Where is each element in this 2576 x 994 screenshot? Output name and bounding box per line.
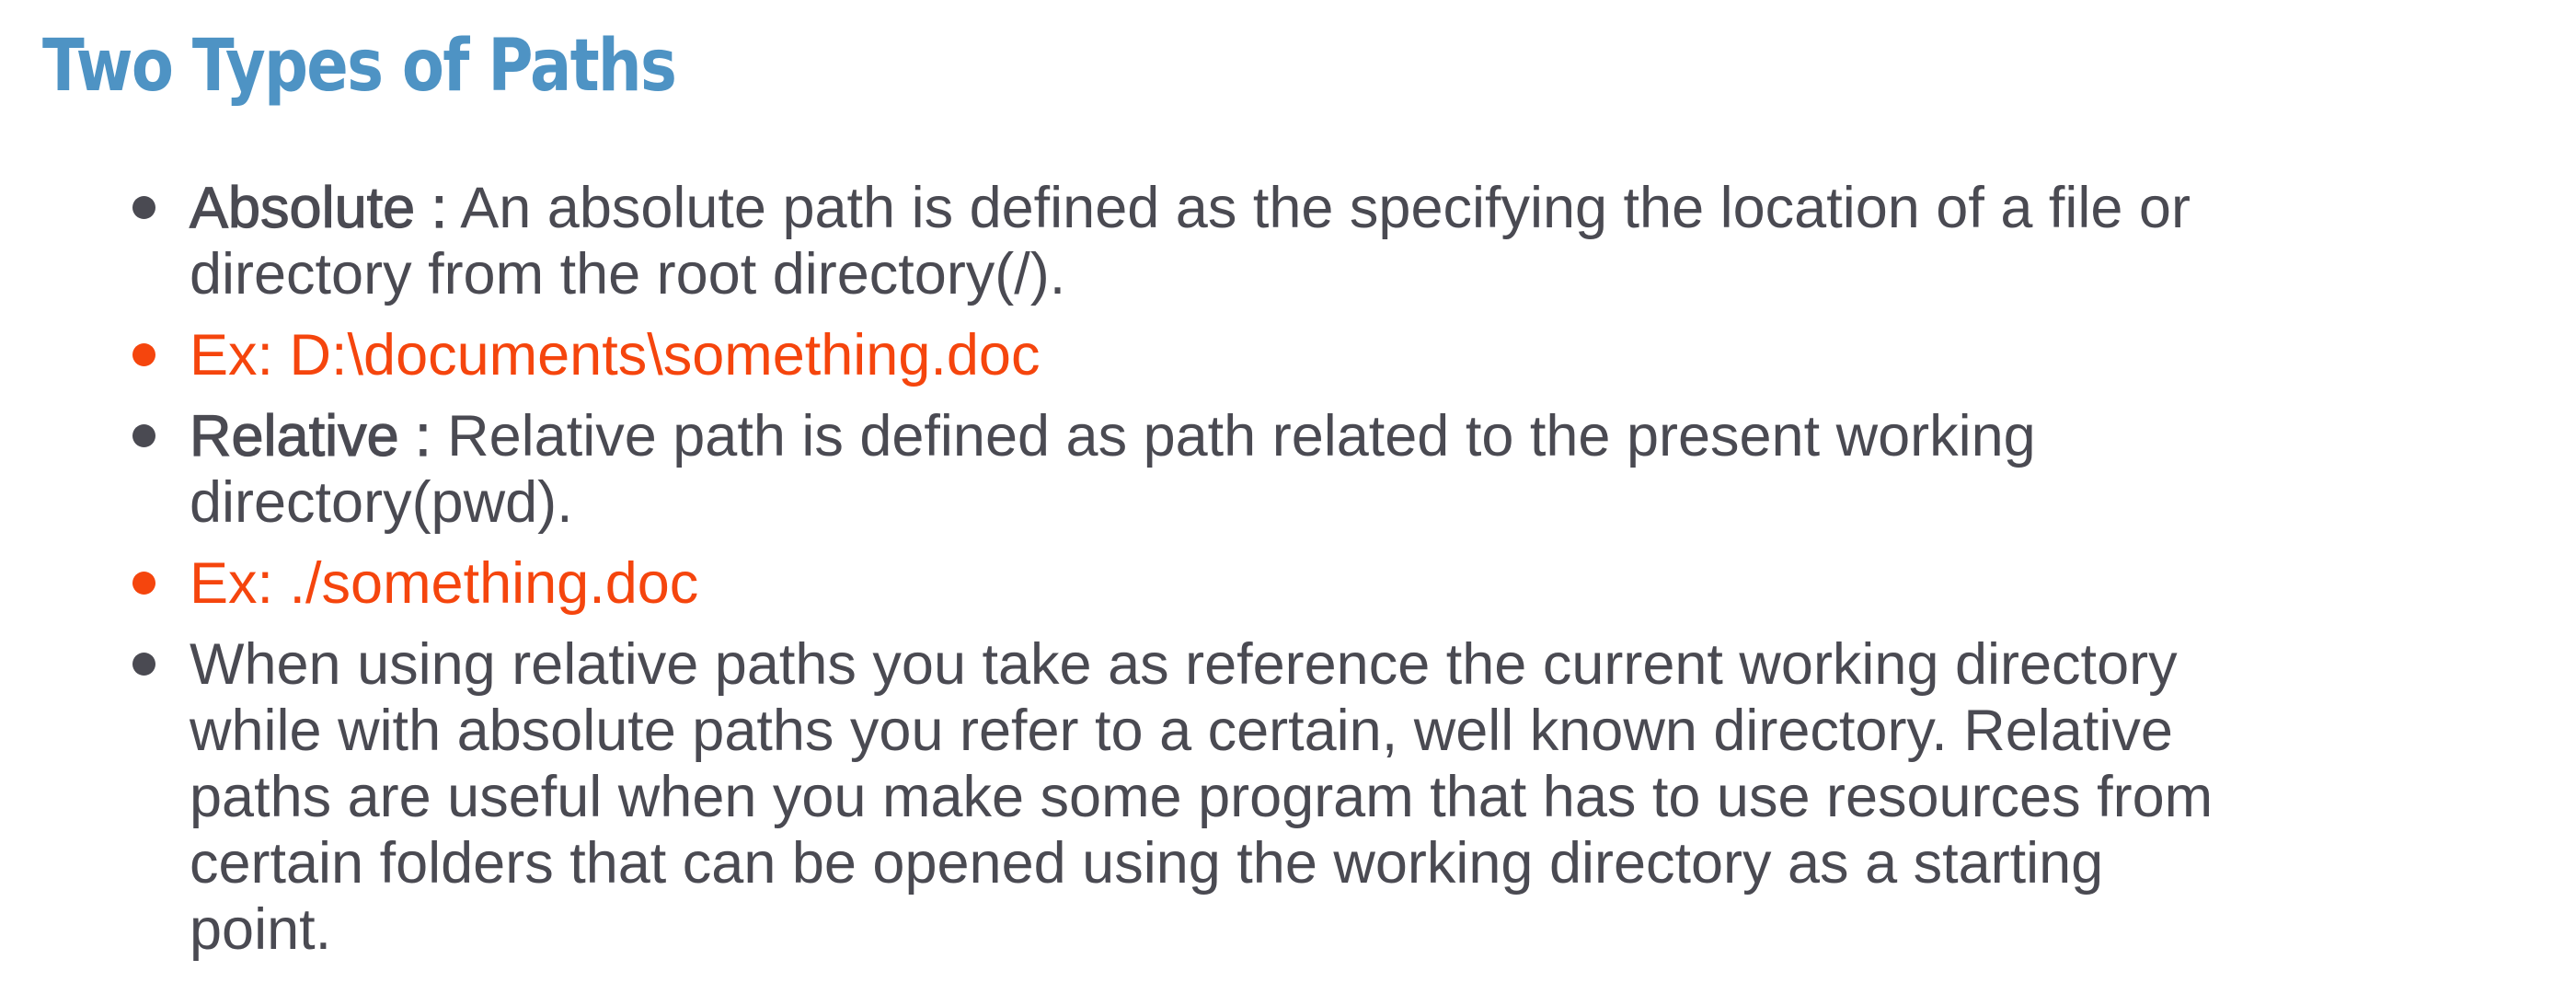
relative-definition-1: Relative path is defined as path related… [431,404,2036,468]
bullet-dot [132,572,155,595]
relative-example-text: Ex: ./something.doc [190,551,699,616]
bullet-dot [132,424,155,447]
comparison-line-5: point. [190,897,332,962]
comparison-line-1: When using relative paths you take as re… [190,632,2178,697]
comparison-line-4: certain folders that can be opened using… [190,831,2104,896]
bullet-relative-example: Ex: ./something.doc [0,550,2526,617]
bullet-absolute-example: Ex: D:\documents\something.doc [0,322,2526,388]
bullet-comparison: When using relative paths you take as re… [0,631,2526,963]
bullet-absolute: Absolute : An absolute path is defined a… [0,175,2526,307]
bullet-dot [132,343,155,366]
slide-title: Two Types of Paths [42,25,677,108]
comparison-line-2: while with absolute paths you refer to a… [190,699,2173,763]
absolute-definition-1: An absolute path is defined as the speci… [447,176,2191,240]
bullet-relative: Relative : Relative path is defined as p… [0,403,2526,536]
relative-definition-2: directory(pwd). [190,470,573,535]
absolute-term: Absolute : [189,175,448,240]
bullet-dot [132,653,155,676]
relative-line-1: Relative : Relative path is defined as p… [189,403,2526,469]
bullet-list: Absolute : An absolute path is defined a… [0,175,2576,977]
bullet-dot [132,196,155,219]
absolute-line-1: Absolute : An absolute path is defined a… [189,175,2526,241]
absolute-example-text: Ex: D:\documents\something.doc [190,323,1041,387]
comparison-line-3: paths are useful when you make some prog… [190,765,2214,829]
relative-term: Relative : [189,403,431,468]
absolute-definition-2: directory from the root directory(/). [190,242,1066,306]
